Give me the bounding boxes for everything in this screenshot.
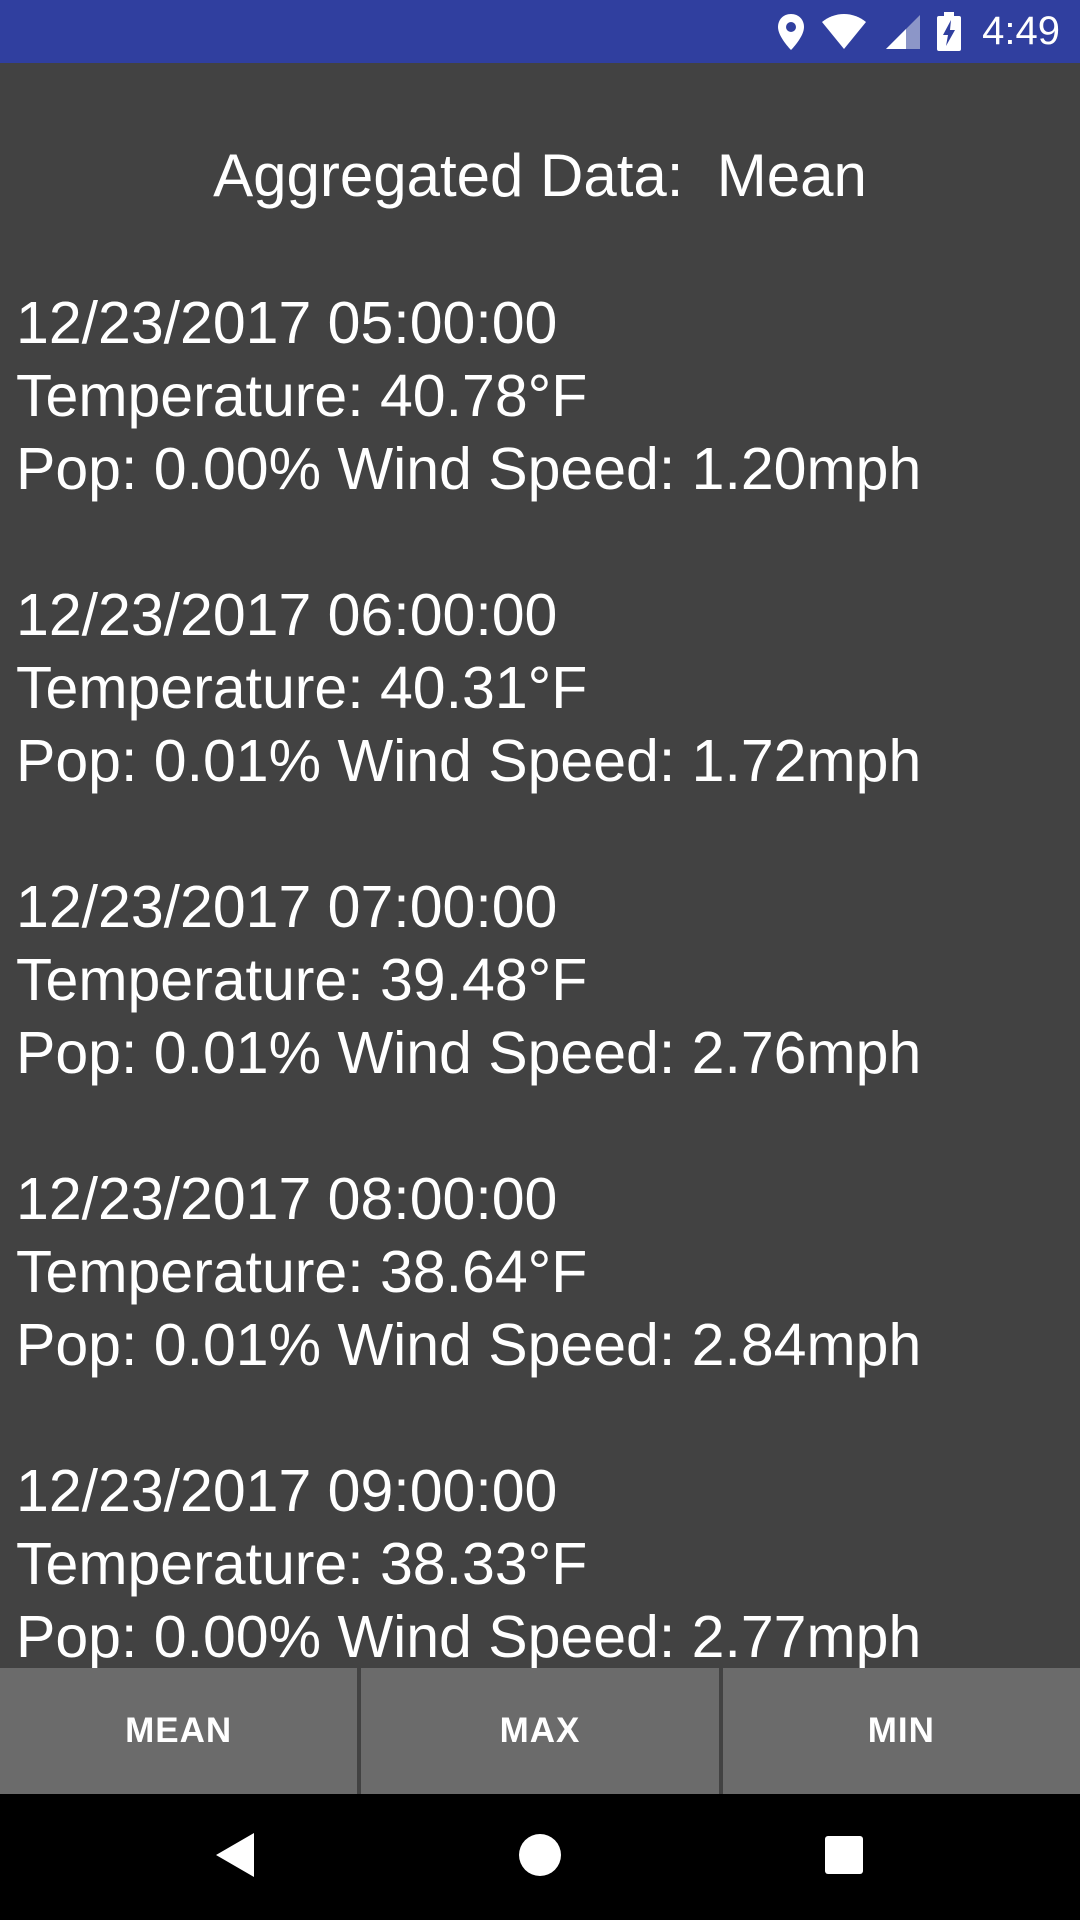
home-button[interactable] (460, 1794, 620, 1920)
mean-button[interactable]: MEAN (0, 1668, 358, 1794)
record-item: 12/23/2017 07:00:00 Temperature: 39.48°F… (16, 871, 1076, 1090)
record-datetime: 12/23/2017 09:00:00 (16, 1458, 558, 1524)
back-icon (214, 1831, 258, 1884)
record-temperature: Temperature: 40.78°F (16, 363, 588, 429)
aggregation-tab-bar: MEAN MAX MIN (0, 1668, 1080, 1794)
record-temperature: Temperature: 40.31°F (16, 655, 588, 721)
location-icon (776, 12, 806, 52)
record-temperature: Temperature: 38.33°F (16, 1531, 588, 1597)
home-icon (518, 1833, 562, 1882)
records-list: 12/23/2017 05:00:00 Temperature: 40.78°F… (16, 287, 1076, 1668)
wifi-icon (820, 13, 868, 51)
record-temperature: Temperature: 39.48°F (16, 947, 588, 1013)
status-icons: 4:49 (776, 0, 1060, 63)
back-button[interactable] (156, 1794, 316, 1920)
record-pop-wind: Pop: 0.01% Wind Speed: 2.84mph (16, 1312, 922, 1378)
record-pop-wind: Pop: 0.01% Wind Speed: 2.76mph (16, 1020, 922, 1086)
cell-signal-icon (882, 13, 922, 51)
record-pop-wind: Pop: 0.00% Wind Speed: 1.20mph (16, 436, 922, 502)
system-nav-bar (0, 1794, 1080, 1920)
max-button[interactable]: MAX (361, 1668, 719, 1794)
record-datetime: 12/23/2017 07:00:00 (16, 874, 558, 940)
record-datetime: 12/23/2017 06:00:00 (16, 582, 558, 648)
recents-icon (824, 1835, 864, 1880)
recents-button[interactable] (764, 1794, 924, 1920)
page-title: Aggregated Data: Mean (213, 142, 867, 209)
record-item: 12/23/2017 08:00:00 Temperature: 38.64°F… (16, 1163, 1076, 1382)
record-pop-wind: Pop: 0.01% Wind Speed: 1.72mph (16, 728, 922, 794)
status-bar: 4:49 (0, 0, 1080, 63)
record-item: 12/23/2017 05:00:00 Temperature: 40.78°F… (16, 287, 1076, 506)
record-pop-wind: Pop: 0.00% Wind Speed: 2.77mph (16, 1604, 922, 1668)
record-datetime: 12/23/2017 08:00:00 (16, 1166, 558, 1232)
record-temperature: Temperature: 38.64°F (16, 1239, 588, 1305)
aggregated-data-view[interactable]: Aggregated Data: Mean 12/23/2017 05:00:0… (0, 63, 1080, 1668)
min-button[interactable]: MIN (722, 1668, 1080, 1794)
record-datetime: 12/23/2017 05:00:00 (16, 290, 558, 356)
record-item: 12/23/2017 09:00:00 Temperature: 38.33°F… (16, 1455, 1076, 1668)
battery-charging-icon (936, 11, 962, 52)
status-time: 4:49 (982, 9, 1060, 53)
record-item: 12/23/2017 06:00:00 Temperature: 40.31°F… (16, 579, 1076, 798)
